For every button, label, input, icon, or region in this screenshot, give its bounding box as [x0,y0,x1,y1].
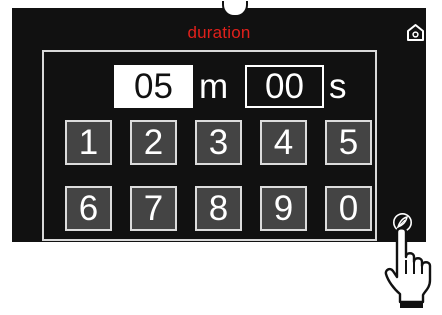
key-0[interactable]: 0 [325,186,372,231]
numeric-keypad: 1 2 3 4 5 6 7 8 9 0 [65,120,374,233]
key-7[interactable]: 7 [130,186,177,231]
minutes-unit-label: m [199,67,229,106]
key-8[interactable]: 8 [195,186,242,231]
key-6[interactable]: 6 [65,186,112,231]
key-2[interactable]: 2 [130,120,177,165]
key-4[interactable]: 4 [260,120,307,165]
duration-title: duration [187,23,251,42]
key-5[interactable]: 5 [325,120,372,165]
seconds-field[interactable]: 00 [245,65,324,108]
key-3[interactable]: 3 [195,120,242,165]
key-9[interactable]: 9 [260,186,307,231]
time-display: 05 m 00 s [114,65,364,108]
minutes-field[interactable]: 05 [114,65,193,108]
device-screen: duration 05 m 00 s 1 2 3 4 5 6 7 8 9 0 [12,1,426,242]
home-icon[interactable] [406,23,425,42]
seconds-unit-label: s [329,67,347,106]
top-notch [222,1,248,17]
hand-pointer-icon [384,224,440,310]
key-1[interactable]: 1 [65,120,112,165]
